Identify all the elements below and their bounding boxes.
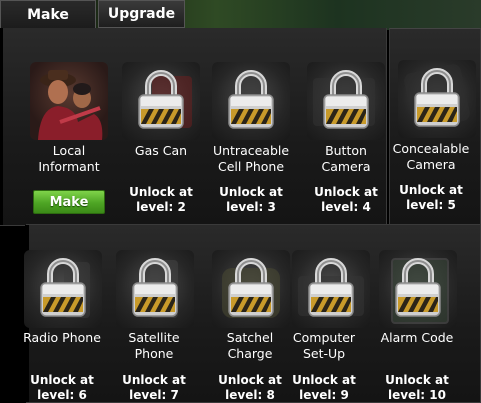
item-thumb-computer-setup-icon[interactable] (292, 250, 370, 328)
item-name-line: Gas Can (134, 143, 188, 158)
unlock-line: level: 10 (387, 388, 446, 402)
item-name-line: Camera (406, 157, 456, 172)
unlock-line: Unlock at (292, 373, 356, 387)
informant-portrait-icon (38, 70, 103, 140)
unlock-level-text: Unlock at level: 9 (274, 373, 374, 403)
item-name: Local Informant (19, 143, 119, 175)
padlock-icon (132, 258, 178, 317)
item-name: Radio Phone (12, 330, 112, 346)
item-name-line: Computer (292, 330, 356, 345)
item-thumb-alarm-code-icon[interactable] (379, 250, 457, 328)
item-thumb-satchel-charge-icon[interactable] (212, 250, 290, 328)
item-name: Computer Set-Up (274, 330, 374, 362)
unlock-line: Unlock at (122, 373, 186, 387)
item-name-line: Untraceable (212, 143, 290, 158)
item-name-line: Alarm Code (380, 330, 454, 345)
unlock-level-text: Unlock at level: 10 (367, 373, 467, 403)
unlock-level-text: Unlock at level: 2 (111, 185, 211, 215)
tab-make[interactable]: Make (0, 0, 96, 28)
item-thumb-concealable-camera-icon[interactable] (398, 60, 476, 138)
item-name-line: Phone (134, 346, 174, 361)
tab-upgrade[interactable]: Upgrade (98, 0, 185, 28)
padlock-icon (228, 70, 274, 129)
padlock-icon (228, 258, 274, 317)
item-thumb-button-camera-icon[interactable] (307, 62, 385, 140)
unlock-line: level: 3 (226, 200, 276, 214)
padlock-icon (395, 258, 441, 317)
unlock-level-text: Unlock at level: 7 (104, 373, 204, 403)
unlock-line: level: 6 (37, 388, 87, 402)
unlock-line: Unlock at (30, 373, 94, 387)
item-thumb-radio-phone-icon[interactable] (24, 250, 102, 328)
unlock-line: level: 9 (299, 388, 349, 402)
item-name: Gas Can (111, 143, 211, 159)
item-name-line: Set-Up (302, 346, 346, 361)
padlock-icon (308, 258, 354, 317)
item-name: Satellite Phone (104, 330, 204, 362)
unlock-line: level: 7 (129, 388, 179, 402)
item-thumb-informant-portrait-icon[interactable] (30, 62, 108, 140)
item-name-line: Informant (38, 159, 100, 174)
unlock-line: Unlock at (219, 185, 283, 199)
padlock-icon (323, 70, 369, 129)
make-button[interactable]: Make (33, 190, 105, 214)
padlock-icon (40, 258, 86, 317)
unlock-line: level: 5 (406, 198, 456, 212)
padlock-icon (138, 70, 184, 129)
unlock-level-text: Unlock at level: 6 (12, 373, 112, 403)
unlock-level-text: Unlock at level: 5 (381, 183, 481, 213)
unlock-line: level: 2 (136, 200, 186, 214)
unlock-level-text: Unlock at level: 3 (201, 185, 301, 215)
unlock-line: Unlock at (399, 183, 463, 197)
item-name: Untraceable Cell Phone (201, 143, 301, 175)
item-name-line: Cell Phone (217, 159, 285, 174)
item-thumb-satellite-phone-icon[interactable] (116, 250, 194, 328)
item-name-line: Local (52, 143, 86, 158)
item-thumb-gas-can-icon[interactable] (122, 62, 200, 140)
item-name: Concealable Camera (381, 141, 481, 173)
item-name-line: Satellite (128, 330, 180, 345)
padlock-icon (414, 68, 460, 127)
item-name-line: Concealable (392, 141, 470, 156)
item-thumb-cell-phone-icon[interactable] (212, 62, 290, 140)
unlock-line: Unlock at (129, 185, 193, 199)
item-name-line: Radio Phone (23, 330, 101, 345)
item-name: Alarm Code (367, 330, 467, 346)
unlock-line: Unlock at (385, 373, 449, 387)
